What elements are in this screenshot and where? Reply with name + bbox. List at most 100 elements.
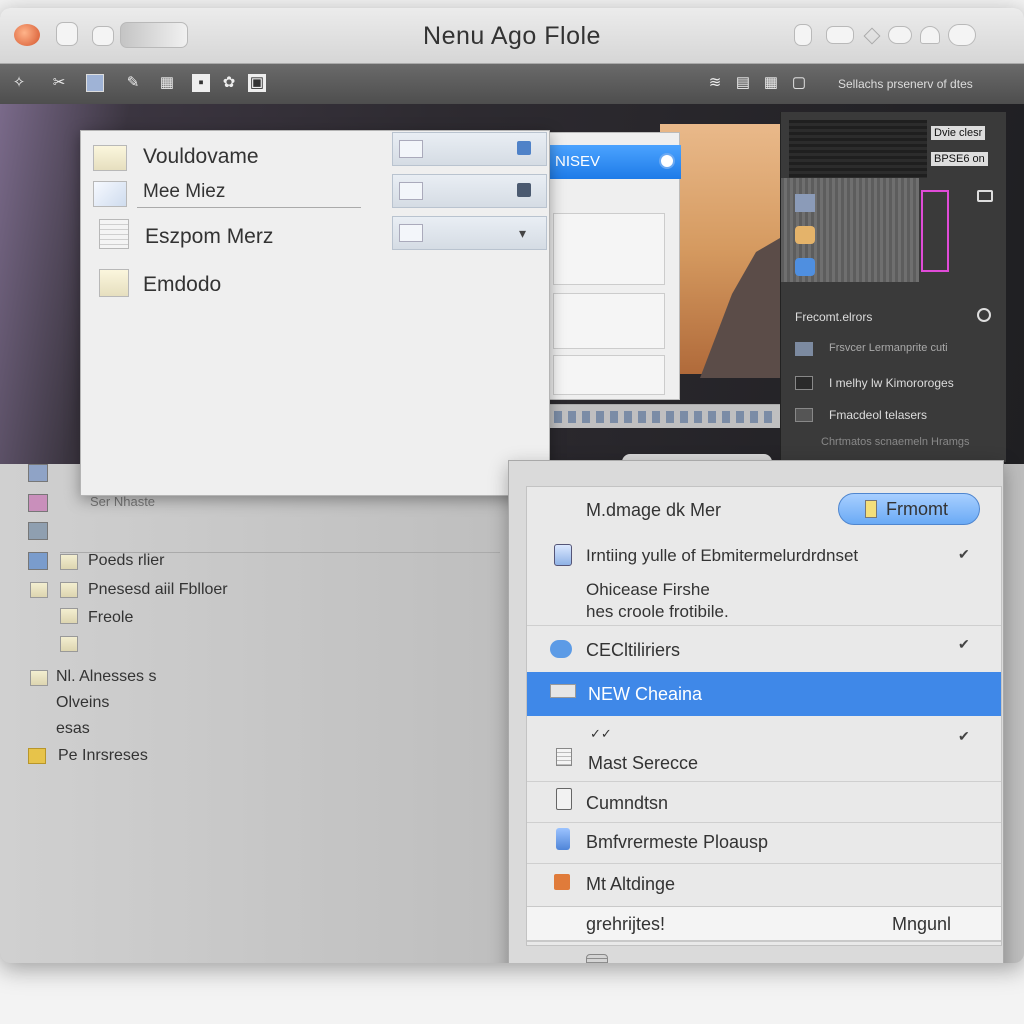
cloud-button[interactable]: [888, 26, 912, 44]
panel-lock-icon[interactable]: [977, 190, 993, 202]
inspector-panel: Dvie clesr BPSE6 on Frecomt.elrors Frsvc…: [780, 112, 1006, 462]
list-item[interactable]: Pe Inrsreses: [58, 747, 148, 765]
folder-icon: [93, 145, 127, 171]
panel-row-3[interactable]: Fmacdeol telasers: [829, 408, 927, 422]
pref-row-5[interactable]: Mast Serecce: [588, 753, 698, 774]
panel-top-item-1[interactable]: Dvie clesr: [931, 126, 986, 140]
grid-icon[interactable]: ▦: [158, 74, 176, 92]
sidebar-icon-3[interactable]: [28, 522, 48, 540]
tag-button[interactable]: [826, 26, 854, 44]
calendar-icon: [99, 219, 129, 249]
group-item[interactable]: Nl. Alnesses s: [56, 668, 156, 686]
pref-footer-right[interactable]: Mngunl: [892, 914, 951, 935]
pref-footer-left[interactable]: grehrijtes!: [586, 914, 665, 935]
panel-row-2[interactable]: I melhy lw Kimororoges: [829, 376, 954, 390]
home-button[interactable]: [920, 26, 940, 44]
dock-icons[interactable]: [554, 411, 774, 423]
menu-separator: [137, 207, 361, 208]
pref-row-6[interactable]: Cumndtsn: [586, 793, 668, 814]
check-icon[interactable]: ✔: [958, 728, 970, 745]
phone-icon: [554, 544, 572, 566]
toolbar: ✧ ✂ ✎ ▦ ▪ ✿ ▣ ≋ ▤ ▦ ▢ Sellachs prsenerv …: [0, 64, 1024, 104]
group-icon: [30, 670, 48, 686]
signal-icon[interactable]: ≋: [706, 74, 724, 92]
pref-row-8[interactable]: Mt Altdinge: [586, 874, 675, 895]
panel-row-icon-1: [795, 342, 813, 356]
pen-icon[interactable]: ✎: [124, 74, 142, 92]
list-item-icon: [30, 582, 48, 598]
sidebar-list: Ser Nhaste Poeds rlier Pnesesd aiil Fbll…: [0, 464, 510, 963]
image-icon[interactable]: ▣: [248, 74, 266, 92]
format-button[interactable]: Frmomt: [838, 493, 980, 525]
list-item[interactable]: Freole: [88, 609, 133, 627]
submenu-item-2[interactable]: [392, 174, 547, 208]
pref-row-1[interactable]: Irntiing yulle of Ebmitermelurdrdnset: [586, 546, 858, 566]
dock-bar: [548, 404, 780, 428]
window-icon: [399, 140, 423, 158]
panel-side-icon-2[interactable]: [795, 226, 815, 244]
cut-icon[interactable]: ✂: [50, 74, 68, 92]
row-divider: [527, 863, 1001, 864]
toolbar-status-text: Sellachs prsenerv of dtes: [838, 77, 973, 91]
pref-row-7[interactable]: Bmfvrermeste Ploausp: [586, 832, 768, 853]
box-icon: [554, 874, 570, 890]
app-window: Nenu Ago Flole ✧ ✂ ✎ ▦ ▪ ✿ ▣ ≋ ▤ ▦ ▢ Sel…: [0, 8, 1024, 963]
sidebar-icon-1[interactable]: [28, 464, 48, 482]
pref-row-4-marks: ✓✓: [590, 726, 612, 741]
sidebar-icon-4[interactable]: [28, 552, 48, 570]
save-icon[interactable]: [86, 74, 104, 92]
account-button[interactable]: [948, 24, 976, 46]
menu-item-1[interactable]: Vouldovame: [143, 145, 259, 169]
menu-item-3[interactable]: Eszpom Merz: [145, 225, 273, 249]
panel-section-gear-icon[interactable]: [977, 308, 991, 322]
keyboard-icon: [550, 684, 576, 698]
preview-line-1: [553, 213, 665, 285]
pref-row-2[interactable]: CECltiliriers: [586, 640, 680, 661]
group-item[interactable]: esas: [56, 720, 90, 738]
submenu-item-1[interactable]: [392, 132, 547, 166]
row-divider: [527, 625, 1001, 626]
display-icon[interactable]: ▢: [790, 74, 808, 92]
eye-icon[interactable]: [659, 153, 675, 169]
pref-row-1-sub-2: hes croole frotibile.: [586, 602, 729, 621]
panel-header: [789, 120, 927, 178]
phone-icon: [556, 828, 570, 850]
resize-grip-icon[interactable]: [586, 954, 608, 963]
panel-top-item-2[interactable]: BPSE6 on: [931, 152, 988, 166]
panel-side-icon-3[interactable]: [795, 258, 815, 276]
file-icon[interactable]: ▪: [192, 74, 210, 92]
group-item[interactable]: Olveins: [56, 694, 109, 712]
preview-window: NISEV: [548, 132, 681, 400]
grid-doc-icon: [556, 748, 572, 766]
list-item[interactable]: Poeds rlier: [88, 552, 164, 570]
list-item[interactable]: Pnesesd aiil Fblloer: [88, 581, 228, 599]
grid2-icon[interactable]: ▦: [762, 74, 780, 92]
row-divider: [527, 822, 1001, 823]
panel-row-icon-3: [795, 408, 813, 422]
clipboard-icon: [556, 788, 572, 810]
row-divider: [527, 781, 1001, 782]
image-icon: [99, 269, 129, 297]
badge-icon: [517, 141, 531, 155]
panel-row-4[interactable]: Chrtmatos scnaemeln Hramgs: [821, 436, 970, 448]
bars-icon[interactable]: ▤: [734, 74, 752, 92]
chevron-down-icon[interactable]: ✔: [958, 546, 970, 563]
share-button[interactable]: [794, 24, 812, 46]
list-item-icon: [60, 554, 78, 570]
panel-row-1[interactable]: Frsvcer Lermanprite cuti: [829, 342, 948, 354]
window-icon: [399, 182, 423, 200]
submenu-item-3[interactable]: ▾: [392, 216, 547, 250]
chevron-down-icon: ▾: [519, 225, 527, 241]
panel-side-icon-1[interactable]: [795, 194, 815, 212]
sidebar-icon-2[interactable]: [28, 494, 48, 512]
menu-item-2[interactable]: Mee Miez: [143, 181, 225, 203]
menu-item-4[interactable]: Emdodo: [143, 273, 221, 297]
chevron-down-icon[interactable]: ✔: [958, 636, 970, 653]
settings-icon[interactable]: ✿: [220, 74, 238, 92]
preview-line-3: [553, 355, 665, 395]
window-icon: [399, 224, 423, 242]
magenta-frame: [921, 190, 949, 272]
magic-icon[interactable]: ✧: [10, 74, 28, 92]
folder-icon: [28, 748, 46, 764]
cloud-icon: [550, 640, 572, 658]
